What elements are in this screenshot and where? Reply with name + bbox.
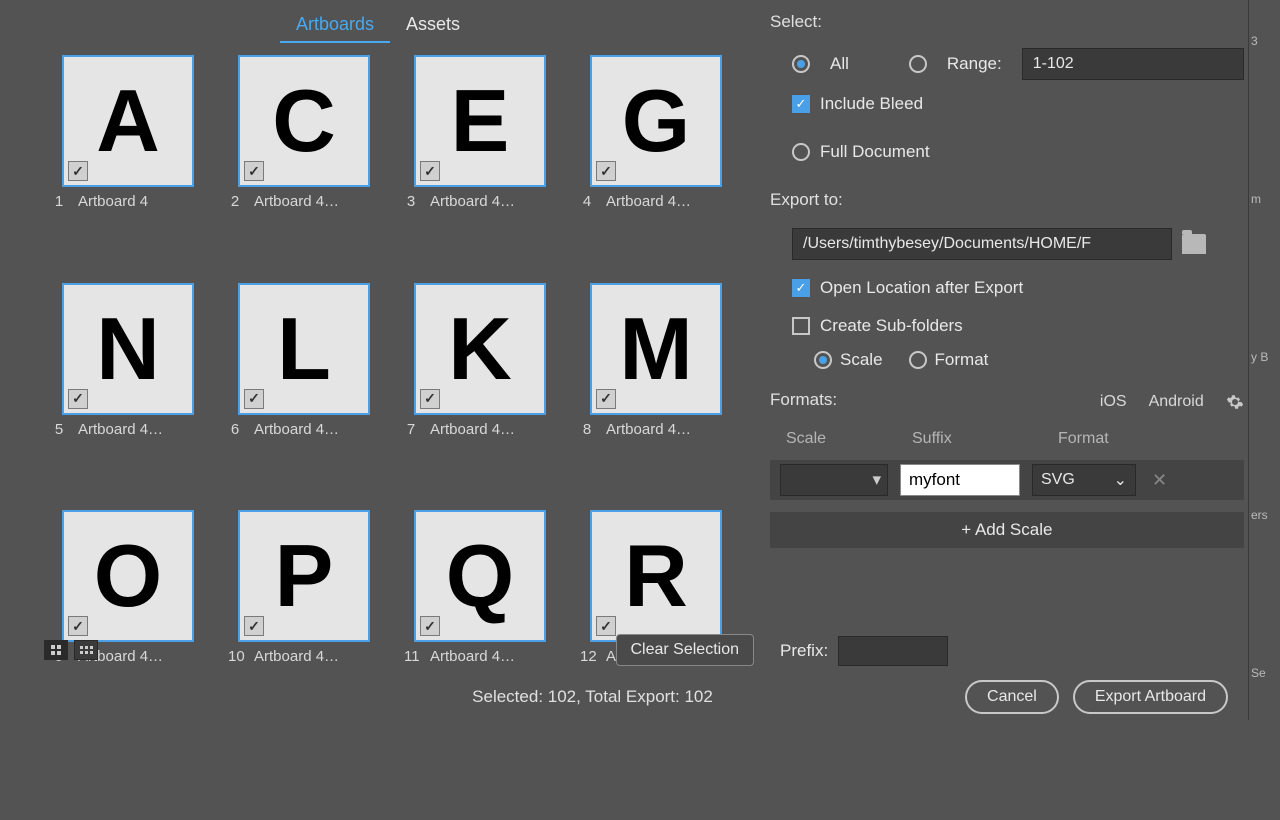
artboard-thumbnail[interactable]: R✓ (590, 510, 722, 642)
formats-label: Formats: (770, 390, 837, 410)
artboard-item[interactable]: N✓ 5 Artboard 4… (48, 283, 208, 493)
artboard-number: 7 (404, 421, 418, 438)
suffix-input[interactable] (900, 464, 1020, 496)
col-scale: Scale (786, 430, 886, 448)
artboard-item[interactable]: A✓ 1 Artboard 4 (48, 55, 208, 265)
col-suffix: Suffix (912, 430, 1032, 448)
artboard-checkbox[interactable]: ✓ (420, 389, 440, 409)
artboard-thumbnail[interactable]: C✓ (238, 55, 370, 187)
artboard-name: Artboard 4 (78, 193, 204, 210)
artboard-thumbnail[interactable]: O✓ (62, 510, 194, 642)
subfolder-format-label: Format (935, 350, 989, 370)
artboard-thumbnail[interactable]: M✓ (590, 283, 722, 415)
open-location-label: Open Location after Export (820, 278, 1023, 298)
artboard-number: 8 (580, 421, 594, 438)
checkbox-open-location[interactable]: ✓ (792, 279, 810, 297)
artboard-item[interactable]: C✓ 2 Artboard 4… (224, 55, 384, 265)
radio-full-document[interactable] (792, 143, 810, 161)
artboard-thumbnail[interactable]: P✓ (238, 510, 370, 642)
clear-selection-button[interactable]: Clear Selection (616, 634, 755, 666)
tab-artboards[interactable]: Artboards (280, 8, 390, 43)
prefix-label: Prefix: (780, 641, 828, 661)
artboard-name: Artboard 4… (430, 421, 556, 438)
artboard-item[interactable]: E✓ 3 Artboard 4… (400, 55, 560, 265)
artboard-name: Artboard 4… (606, 193, 732, 210)
select-label: Select: (770, 12, 1244, 32)
platform-android[interactable]: Android (1149, 393, 1204, 411)
artboard-thumbnail[interactable]: G✓ (590, 55, 722, 187)
cancel-button[interactable]: Cancel (965, 680, 1059, 714)
range-label: Range: (947, 54, 1002, 74)
artboard-item[interactable]: K✓ 7 Artboard 4… (400, 283, 560, 493)
all-label: All (830, 54, 849, 74)
tab-assets[interactable]: Assets (390, 8, 476, 43)
subfolder-scale-label: Scale (840, 350, 883, 370)
radio-range[interactable] (909, 55, 927, 73)
create-subfolders-label: Create Sub-folders (820, 316, 963, 336)
checkbox-include-bleed[interactable]: ✓ (792, 95, 810, 113)
include-bleed-label: Include Bleed (820, 94, 923, 114)
view-list-icon[interactable] (74, 640, 98, 660)
prefix-input[interactable] (838, 636, 948, 666)
artboard-thumbnail[interactable]: Q✓ (414, 510, 546, 642)
artboard-checkbox[interactable]: ✓ (244, 389, 264, 409)
artboard-grid[interactable]: A✓ 1 Artboard 4 C✓ 2 Artboard 4… E✓ 3 Artboard 4… (48, 55, 736, 720)
artboard-number: 1 (52, 193, 66, 210)
artboard-checkbox[interactable]: ✓ (596, 161, 616, 181)
artboard-checkbox[interactable]: ✓ (68, 389, 88, 409)
checkbox-create-subfolders[interactable] (792, 317, 810, 335)
format-dropdown[interactable]: SVG⌄ (1032, 464, 1136, 496)
add-scale-button[interactable]: + Add Scale (770, 512, 1244, 548)
export-artboard-button[interactable]: Export Artboard (1073, 680, 1228, 714)
browse-folder-icon[interactable] (1182, 234, 1206, 254)
range-input[interactable] (1022, 48, 1244, 80)
scale-dropdown[interactable]: ▾ (780, 464, 888, 496)
view-grid-icon[interactable] (44, 640, 68, 660)
artboard-checkbox[interactable]: ✓ (596, 389, 616, 409)
platform-ios[interactable]: iOS (1100, 393, 1127, 411)
artboard-thumbnail[interactable]: N✓ (62, 283, 194, 415)
artboard-checkbox[interactable]: ✓ (244, 161, 264, 181)
artboard-thumbnail[interactable]: E✓ (414, 55, 546, 187)
artboard-name: Artboard 4… (254, 421, 380, 438)
artboard-number: 6 (228, 421, 242, 438)
artboard-name: Artboard 4… (606, 421, 732, 438)
col-format: Format (1058, 430, 1138, 448)
gear-icon[interactable] (1226, 393, 1244, 411)
artboard-item[interactable]: M✓ 8 Artboard 4… (576, 283, 736, 493)
full-document-label: Full Document (820, 142, 930, 162)
side-panel-peek: 3 m y B ers Se (1248, 0, 1280, 720)
artboard-number: 4 (580, 193, 594, 210)
export-path-input[interactable] (792, 228, 1172, 260)
radio-subfolder-scale[interactable] (814, 351, 832, 369)
artboard-name: Artboard 4… (430, 193, 556, 210)
radio-subfolder-format[interactable] (909, 351, 927, 369)
artboard-number: 2 (228, 193, 242, 210)
radio-all[interactable] (792, 55, 810, 73)
artboard-thumbnail[interactable]: A✓ (62, 55, 194, 187)
selection-status: Selected: 102, Total Export: 102 (20, 687, 965, 707)
export-to-label: Export to: (770, 190, 1244, 210)
remove-format-icon[interactable]: ✕ (1148, 470, 1171, 491)
artboard-checkbox[interactable]: ✓ (68, 161, 88, 181)
artboard-item[interactable]: L✓ 6 Artboard 4… (224, 283, 384, 493)
artboard-name: Artboard 4… (78, 421, 204, 438)
export-tabs: Artboards Assets (0, 0, 756, 47)
artboard-checkbox[interactable]: ✓ (420, 161, 440, 181)
artboard-item[interactable]: G✓ 4 Artboard 4… (576, 55, 736, 265)
format-row: ▾ SVG⌄ ✕ (770, 460, 1244, 500)
artboard-thumbnail[interactable]: K✓ (414, 283, 546, 415)
artboard-thumbnail[interactable]: L✓ (238, 283, 370, 415)
artboard-name: Artboard 4… (254, 193, 380, 210)
artboard-number: 3 (404, 193, 418, 210)
artboard-number: 5 (52, 421, 66, 438)
